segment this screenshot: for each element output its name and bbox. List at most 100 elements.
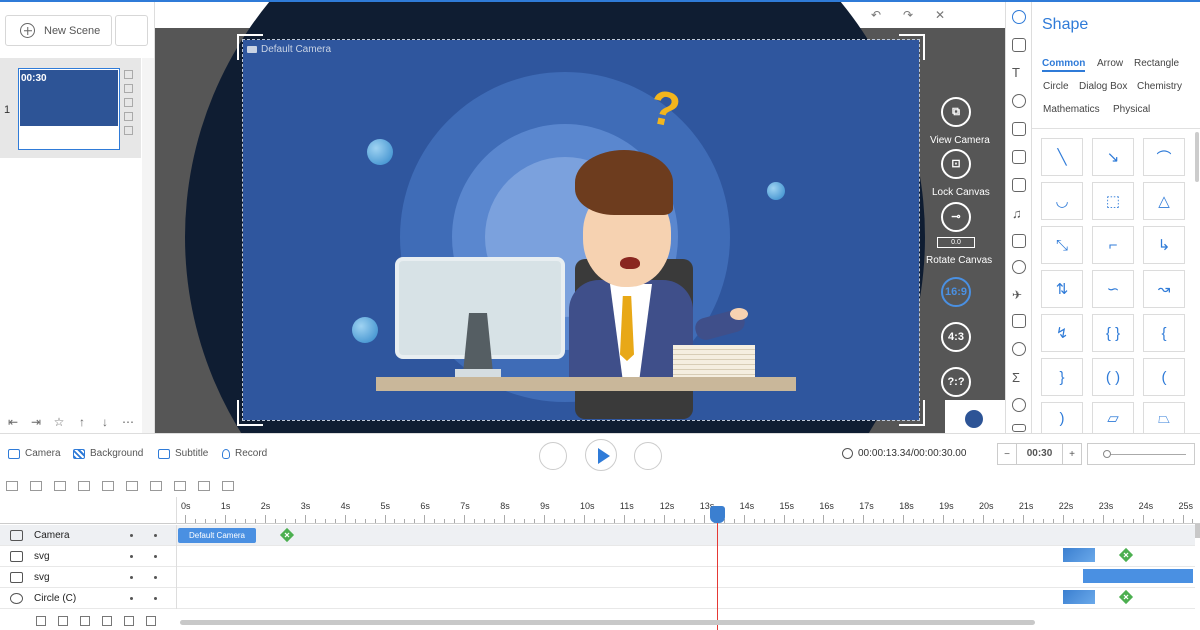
duplicate-icon[interactable] [124, 98, 133, 107]
category-chemistry[interactable]: Chemistry [1137, 81, 1182, 92]
add-keyframe-icon[interactable] [174, 481, 186, 491]
distribute-icon[interactable] [150, 481, 162, 491]
subtitle-tool[interactable]: Subtitle [158, 448, 208, 459]
shape-parallelogram[interactable]: ▱ [1092, 402, 1134, 433]
category-rectangle[interactable]: Rectangle [1134, 58, 1179, 69]
shape-double-arrow[interactable]: ⤡ [1041, 226, 1083, 264]
ratio-4-3-button[interactable]: 4:3 [941, 322, 971, 352]
category-physical[interactable]: Physical [1113, 104, 1150, 115]
animation-clip[interactable] [1063, 590, 1095, 604]
shape-left-brace[interactable]: { [1143, 314, 1185, 352]
category-dialog-box[interactable]: Dialog Box [1079, 81, 1127, 92]
lock-dot[interactable] [154, 534, 157, 537]
shape-left-bracket[interactable]: ( [1143, 358, 1185, 396]
scene-scrollbar[interactable] [142, 58, 154, 433]
shape-arc-arrow[interactable]: ◡ [1041, 182, 1083, 220]
more-icon[interactable] [1012, 424, 1026, 432]
shape-curve-arrow[interactable]: ↝ [1143, 270, 1185, 308]
delete-icon[interactable]: ✕ [933, 8, 947, 22]
text-icon[interactable]: T [1012, 66, 1026, 80]
timeline-vertical-scrollbar[interactable] [1195, 524, 1200, 538]
duration-increase-button[interactable]: + [1063, 449, 1081, 460]
play-button[interactable] [585, 439, 617, 471]
formula-icon[interactable]: Σ [1012, 370, 1026, 385]
move-up-icon[interactable]: ↑ [73, 413, 91, 431]
visibility-dot[interactable] [130, 534, 133, 537]
shape-dashed-triangle[interactable]: △ [1143, 182, 1185, 220]
camera-frame[interactable] [242, 39, 920, 421]
shape-dashed-arc[interactable]: ⌒ [1143, 138, 1185, 176]
zoom-knob[interactable] [1103, 450, 1111, 458]
camera-corner[interactable] [899, 34, 925, 60]
shape-zigzag-arrow[interactable]: ↯ [1041, 314, 1083, 352]
lock-icon[interactable] [124, 616, 134, 626]
folder-icon[interactable] [1012, 178, 1026, 192]
shape-elbow-line[interactable]: ⌐ [1092, 226, 1134, 264]
shape-brackets[interactable]: ( ) [1092, 358, 1134, 396]
layer-row-svg[interactable]: svg [0, 567, 1195, 588]
preview-from-current-button[interactable] [634, 442, 662, 470]
move-up-icon[interactable] [80, 616, 90, 626]
animation-clip[interactable] [1063, 548, 1095, 562]
shape-braces[interactable]: { } [1092, 314, 1134, 352]
camera-corner[interactable] [899, 400, 925, 426]
undo-icon[interactable]: ↶ [869, 8, 883, 22]
delete-icon[interactable] [124, 84, 133, 93]
shape-trapezoid[interactable]: ⏢ [1143, 402, 1185, 433]
preview-button[interactable] [539, 442, 567, 470]
camera-tool[interactable]: Camera [8, 448, 61, 459]
animation-clip[interactable] [1083, 569, 1193, 583]
camera-clip[interactable]: Default Camera [178, 528, 256, 543]
lock-canvas-button[interactable]: ⊡ [941, 149, 971, 179]
remove-keyframe-icon[interactable] [198, 481, 210, 491]
align-top-icon[interactable] [126, 481, 138, 491]
layer-row-svg[interactable]: svg [0, 546, 1195, 567]
export-icon[interactable]: ⇥ [27, 413, 45, 431]
timeline-ruler[interactable]: 0s 1s 2s 3s 4s 5s 6s 7s 8s 9s 10s 11s 12s 13s 14s 15s 16… [177, 497, 1200, 524]
duration-value[interactable]: 00:30 [1016, 444, 1063, 464]
folder-icon[interactable] [36, 616, 46, 626]
shape-elbow-arrow[interactable]: ↳ [1143, 226, 1185, 264]
new-scene-button[interactable]: New Scene [5, 15, 112, 46]
duration-stepper[interactable]: − 00:30 + [997, 443, 1082, 465]
more-icon[interactable]: ⋯ [119, 413, 137, 431]
canvas-stage[interactable]: ⚙ ⌘ ⊕ ⊫ ≡ ⊩ ⊤ ⊞ ⊥ ⊕ ⊖ ⊡ ❐ ⎘ ↶ ↷ ✕ ? De [155, 2, 1005, 433]
align-left-icon[interactable] [54, 481, 66, 491]
visibility-dot[interactable] [130, 576, 133, 579]
move-down-icon[interactable] [58, 616, 68, 626]
playhead-handle[interactable] [710, 506, 726, 523]
shape-icon[interactable] [1012, 10, 1026, 24]
character-icon[interactable] [1012, 94, 1026, 108]
plane-icon[interactable]: ✈ [1012, 288, 1026, 302]
scene-item[interactable]: 1 00:30 [0, 58, 141, 158]
filter-icon[interactable] [30, 481, 42, 491]
lock-dot[interactable] [154, 576, 157, 579]
eye-icon[interactable] [146, 616, 156, 626]
shape-dashed-rect[interactable]: ⬚ [1092, 182, 1134, 220]
redo-icon[interactable]: ↷ [901, 8, 915, 22]
category-circle[interactable]: Circle [1043, 81, 1069, 92]
ratio-custom-button[interactable]: ?:? [941, 367, 971, 397]
flash-icon[interactable] [1012, 260, 1026, 274]
speech-bubble-icon[interactable] [1012, 150, 1026, 164]
rotate-value-field[interactable]: 0.0 [937, 237, 975, 248]
shape-arrow-line[interactable]: ↘ [1092, 138, 1134, 176]
shape-right-bracket[interactable]: ) [1041, 402, 1083, 433]
star-icon[interactable]: ☆ [50, 413, 68, 431]
locate-icon[interactable] [6, 481, 18, 491]
shape-curve-line[interactable]: ∽ [1092, 270, 1134, 308]
category-arrow[interactable]: Arrow [1097, 58, 1123, 69]
delete-icon[interactable] [102, 616, 112, 626]
scene-menu-button[interactable] [115, 15, 148, 46]
import-icon[interactable]: ⇤ [4, 413, 22, 431]
category-common[interactable]: Common [1042, 58, 1086, 72]
timeline-horizontal-scrollbar[interactable] [180, 620, 1035, 625]
timeline-zoom-slider[interactable] [1087, 443, 1195, 465]
camera-corner[interactable] [237, 400, 263, 426]
shape-line[interactable]: ╲ [1041, 138, 1083, 176]
minimap[interactable] [945, 400, 1005, 433]
visibility-dot[interactable] [130, 555, 133, 558]
music-icon[interactable]: ♫ [1012, 206, 1026, 221]
rotate-canvas-button[interactable]: ⊸ [941, 202, 971, 232]
image-icon[interactable] [1012, 38, 1026, 52]
